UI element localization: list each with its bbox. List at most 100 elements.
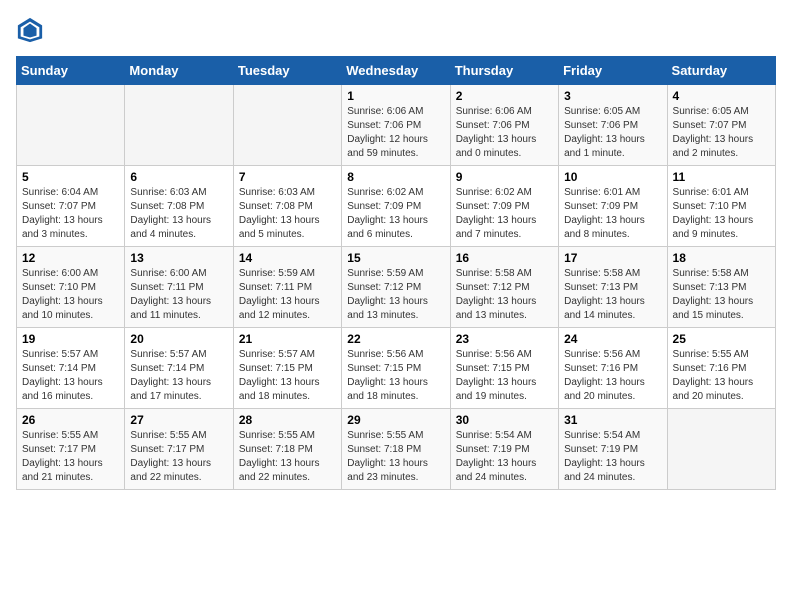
cell-line: Sunrise: 5:58 AM (564, 267, 661, 281)
day-number: 5 (22, 170, 119, 184)
calendar-cell: 12Sunrise: 6:00 AMSunset: 7:10 PMDayligh… (17, 247, 125, 328)
cell-content: Sunrise: 5:56 AMSunset: 7:15 PMDaylight:… (347, 348, 444, 404)
day-number: 26 (22, 413, 119, 427)
day-number: 19 (22, 332, 119, 346)
cell-line: Sunrise: 5:55 AM (22, 429, 119, 443)
calendar-cell: 5Sunrise: 6:04 AMSunset: 7:07 PMDaylight… (17, 166, 125, 247)
cell-line: Sunrise: 5:54 AM (456, 429, 553, 443)
cell-line: Daylight: 13 hours (456, 376, 553, 390)
cell-content: Sunrise: 6:03 AMSunset: 7:08 PMDaylight:… (130, 186, 227, 242)
day-number: 25 (673, 332, 770, 346)
cell-line: Sunset: 7:16 PM (673, 362, 770, 376)
cell-content: Sunrise: 5:57 AMSunset: 7:14 PMDaylight:… (22, 348, 119, 404)
cell-content: Sunrise: 5:55 AMSunset: 7:17 PMDaylight:… (22, 429, 119, 485)
day-number: 10 (564, 170, 661, 184)
cell-line: Daylight: 13 hours (564, 214, 661, 228)
calendar-cell (17, 85, 125, 166)
cell-line: Daylight: 13 hours (456, 214, 553, 228)
cell-line: Daylight: 13 hours (22, 214, 119, 228)
cell-line: Sunset: 7:16 PM (564, 362, 661, 376)
cell-line: Sunset: 7:14 PM (22, 362, 119, 376)
cell-line: and 6 minutes. (347, 228, 444, 242)
cell-content: Sunrise: 5:58 AMSunset: 7:12 PMDaylight:… (456, 267, 553, 323)
day-number: 8 (347, 170, 444, 184)
cell-content: Sunrise: 6:06 AMSunset: 7:06 PMDaylight:… (347, 105, 444, 161)
cell-line: and 7 minutes. (456, 228, 553, 242)
cell-line: and 1 minute. (564, 147, 661, 161)
cell-line: Sunrise: 6:03 AM (130, 186, 227, 200)
cell-line: Sunset: 7:08 PM (130, 200, 227, 214)
calendar-cell: 20 Sunrise: 5:57 AMSunset: 7:14 PMDayligh… (125, 328, 233, 409)
calendar-cell: 18Sunrise: 5:58 AMSunset: 7:13 PMDayligh… (667, 247, 775, 328)
calendar-cell: 30Sunrise: 5:54 AMSunset: 7:19 PMDayligh… (450, 409, 558, 490)
cell-line: and 20 minutes. (564, 390, 661, 404)
cell-line: and 12 minutes. (239, 309, 336, 323)
day-number: 1 (347, 89, 444, 103)
cell-line: Sunrise: 5:59 AM (239, 267, 336, 281)
day-number: 4 (673, 89, 770, 103)
cell-line: Sunset: 7:06 PM (347, 119, 444, 133)
cell-line: and 5 minutes. (239, 228, 336, 242)
cell-line: Sunset: 7:19 PM (456, 443, 553, 457)
cell-line: Sunset: 7:10 PM (22, 281, 119, 295)
cell-line: Sunrise: 5:54 AM (564, 429, 661, 443)
day-number: 20 (130, 332, 227, 346)
day-number: 28 (239, 413, 336, 427)
calendar-cell: 21Sunrise: 5:57 AMSunset: 7:15 PMDayligh… (233, 328, 341, 409)
day-number: 14 (239, 251, 336, 265)
cell-line: Sunrise: 5:59 AM (347, 267, 444, 281)
cell-line: Sunrise: 6:04 AM (22, 186, 119, 200)
cell-line: and 13 minutes. (347, 309, 444, 323)
cell-line: Sunset: 7:08 PM (239, 200, 336, 214)
cell-line: and 17 minutes. (130, 390, 227, 404)
calendar-cell: 17Sunrise: 5:58 AMSunset: 7:13 PMDayligh… (559, 247, 667, 328)
cell-line: Sunset: 7:13 PM (564, 281, 661, 295)
cell-line: and 18 minutes. (347, 390, 444, 404)
cell-line: Sunset: 7:06 PM (456, 119, 553, 133)
cell-line: and 9 minutes. (673, 228, 770, 242)
cell-line: and 2 minutes. (673, 147, 770, 161)
cell-content: Sunrise: 5:58 AMSunset: 7:13 PMDaylight:… (673, 267, 770, 323)
cell-content: Sunrise: 5:59 AMSunset: 7:11 PMDaylight:… (239, 267, 336, 323)
cell-content: Sunrise: 5:56 AMSunset: 7:15 PMDaylight:… (456, 348, 553, 404)
cell-content: Sunrise: 5:55 AMSunset: 7:18 PMDaylight:… (347, 429, 444, 485)
cell-line: Daylight: 13 hours (239, 295, 336, 309)
cell-line: Sunset: 7:07 PM (673, 119, 770, 133)
week-row-3: 12Sunrise: 6:00 AMSunset: 7:10 PMDayligh… (17, 247, 776, 328)
cell-line: Sunrise: 5:56 AM (564, 348, 661, 362)
cell-line: Sunset: 7:17 PM (130, 443, 227, 457)
cell-line: Sunset: 7:09 PM (564, 200, 661, 214)
cell-line: Sunrise: 6:02 AM (347, 186, 444, 200)
cell-content: Sunrise: 5:55 AMSunset: 7:18 PMDaylight:… (239, 429, 336, 485)
calendar-cell: 28 Sunrise: 5:55 AMSunset: 7:18 PMDayligh… (233, 409, 341, 490)
cell-line: Sunrise: 6:06 AM (347, 105, 444, 119)
day-number: 21 (239, 332, 336, 346)
logo-icon (16, 16, 44, 44)
calendar-cell: 4Sunrise: 6:05 AMSunset: 7:07 PMDaylight… (667, 85, 775, 166)
cell-line: Sunrise: 5:55 AM (130, 429, 227, 443)
cell-line: Daylight: 12 hours (347, 133, 444, 147)
week-row-4: 19 Sunrise: 5:57 AMSunset: 7:14 PMDayligh… (17, 328, 776, 409)
cell-line: Sunset: 7:09 PM (456, 200, 553, 214)
cell-line: Daylight: 13 hours (22, 376, 119, 390)
cell-line: Daylight: 13 hours (456, 457, 553, 471)
weekday-header-row: SundayMondayTuesdayWednesdayThursdayFrid… (17, 57, 776, 85)
cell-line: Daylight: 13 hours (673, 214, 770, 228)
cell-line: Sunrise: 6:03 AM (239, 186, 336, 200)
cell-line: Sunrise: 6:01 AM (564, 186, 661, 200)
day-number: 15 (347, 251, 444, 265)
cell-line: Daylight: 13 hours (673, 295, 770, 309)
cell-line: and 18 minutes. (239, 390, 336, 404)
calendar-cell: 1 Sunrise: 6:06 AMSunset: 7:06 PMDaylight… (342, 85, 450, 166)
calendar-cell: 31Sunrise: 5:54 AMSunset: 7:19 PMDayligh… (559, 409, 667, 490)
cell-line: Daylight: 13 hours (239, 376, 336, 390)
cell-line: Daylight: 13 hours (22, 457, 119, 471)
calendar-cell: 15Sunrise: 5:59 AMSunset: 7:12 PMDayligh… (342, 247, 450, 328)
cell-content: Sunrise: 5:57 AMSunset: 7:14 PMDaylight:… (130, 348, 227, 404)
calendar-cell: 6 Sunrise: 6:03 AMSunset: 7:08 PMDaylight… (125, 166, 233, 247)
day-number: 6 (130, 170, 227, 184)
cell-line: Sunrise: 5:55 AM (673, 348, 770, 362)
cell-line: Daylight: 13 hours (130, 376, 227, 390)
week-row-2: 5Sunrise: 6:04 AMSunset: 7:07 PMDaylight… (17, 166, 776, 247)
calendar-cell (667, 409, 775, 490)
